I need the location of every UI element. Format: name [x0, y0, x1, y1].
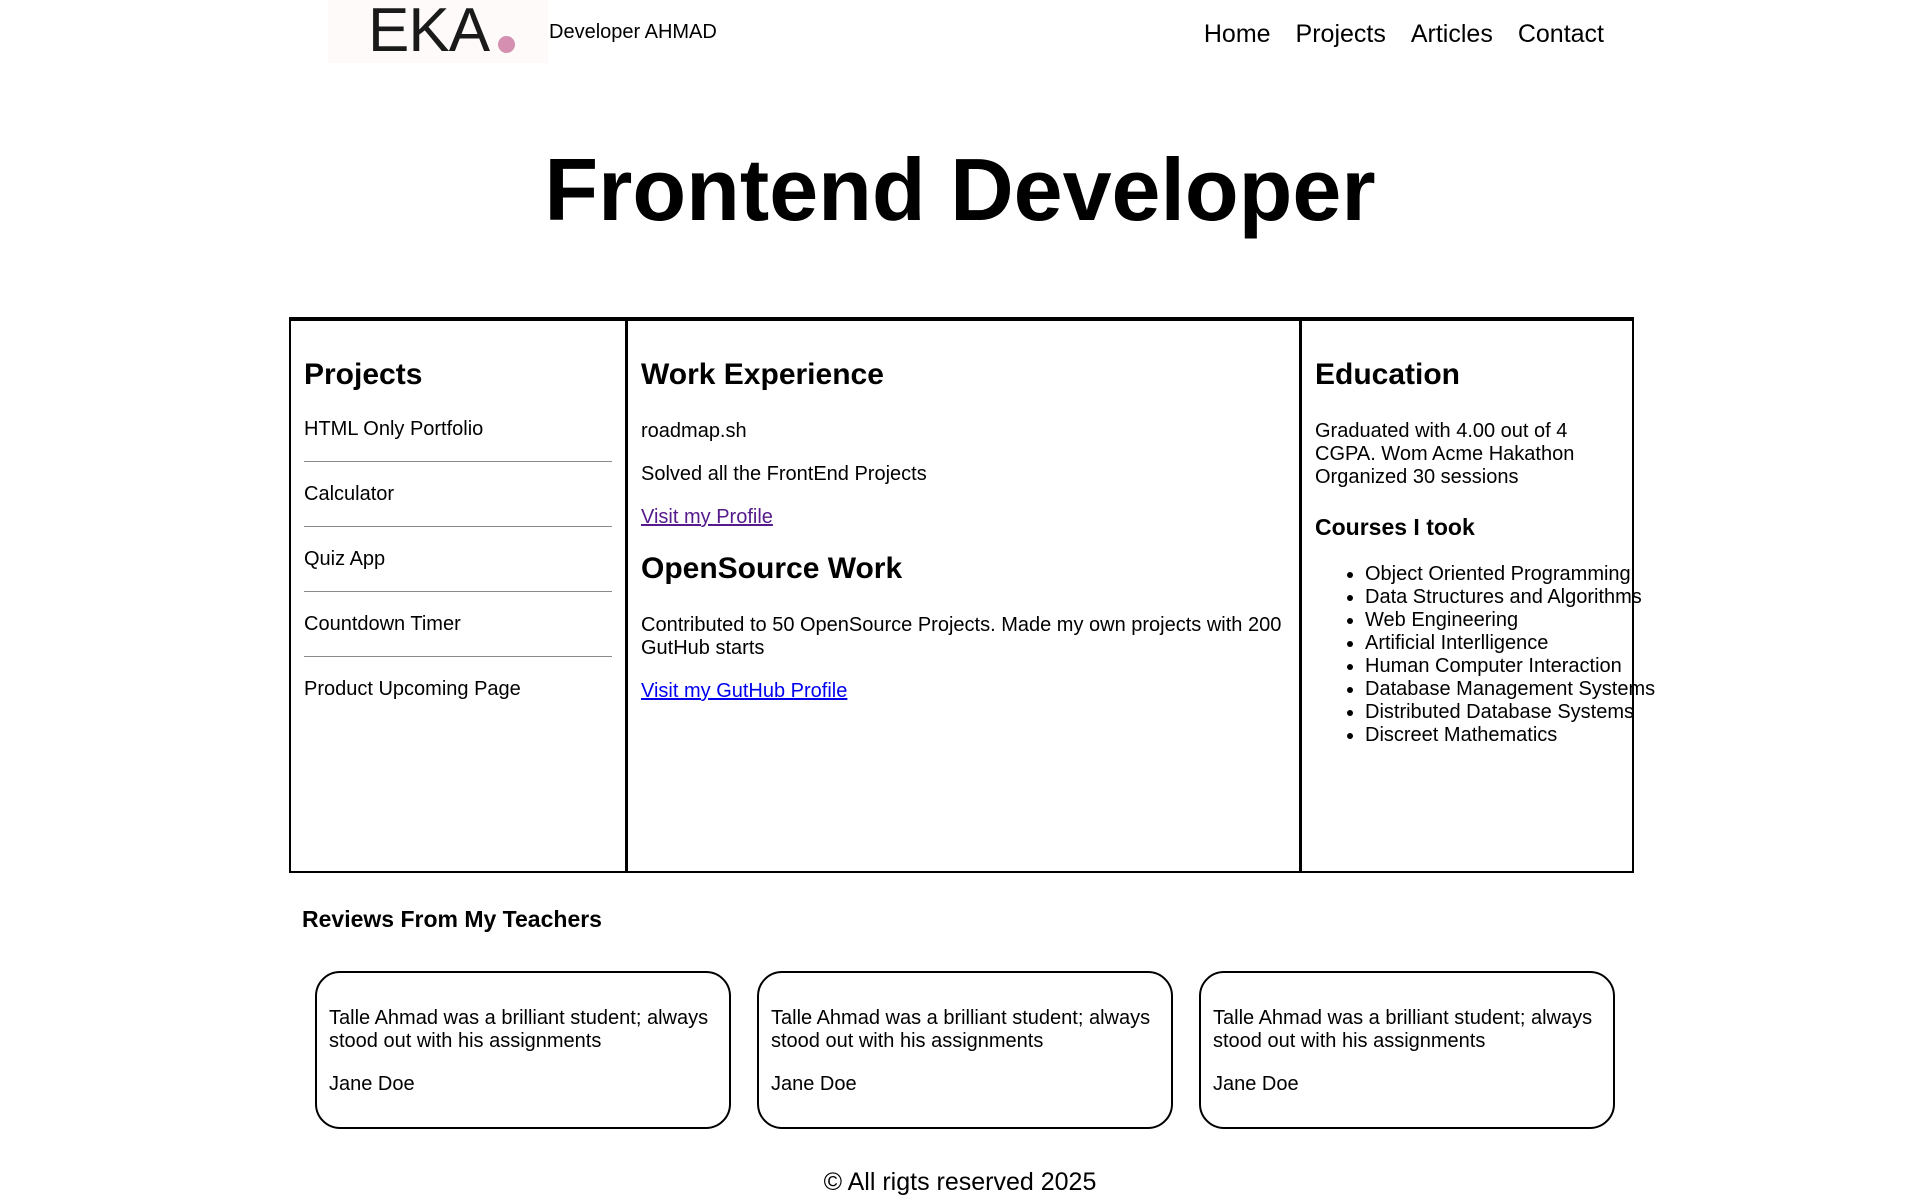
- work-heading: Work Experience: [641, 358, 884, 391]
- project-divider: [304, 656, 612, 657]
- opensource-description: Contributed to 50 OpenSource Projects. M…: [641, 614, 1282, 659]
- course-item: Artificial Interlligence: [1365, 632, 1665, 655]
- project-divider: [304, 526, 612, 527]
- review-text: Talle Ahmad was a brilliant student; alw…: [1213, 1007, 1593, 1052]
- project-item: Calculator: [304, 483, 395, 505]
- info-grid: Projects HTML Only Portfolio Calculator …: [289, 317, 1655, 873]
- review-card: Talle Ahmad was a brilliant student; alw…: [757, 971, 1173, 1129]
- opensource-heading: OpenSource Work: [641, 552, 903, 585]
- projects-column: Projects HTML Only Portfolio Calculator …: [291, 321, 628, 871]
- course-item: Discreet Mathematics: [1365, 724, 1665, 747]
- education-summary: Graduated with 4.00 out of 4 CGPA. Wom A…: [1315, 420, 1575, 488]
- work-description: Solved all the FrontEnd Projects: [641, 463, 927, 485]
- github-profile-link[interactable]: Visit my GutHub Profile: [641, 680, 847, 702]
- nav-articles-link[interactable]: Articles: [1411, 20, 1493, 49]
- review-card: Talle Ahmad was a brilliant student; alw…: [315, 971, 731, 1129]
- courses-list: Object Oriented Programming Data Structu…: [1315, 563, 1665, 747]
- footer-copyright: © All rigts reserved 2025: [823, 1168, 1097, 1196]
- review-card: Talle Ahmad was a brilliant student; alw…: [1199, 971, 1615, 1129]
- project-divider: [304, 461, 612, 462]
- education-heading: Education: [1315, 358, 1461, 391]
- work-column: Work Experience roadmap.sh Solved all th…: [628, 321, 1302, 871]
- work-company: roadmap.sh: [641, 420, 747, 442]
- nav-contact-link[interactable]: Contact: [1518, 20, 1604, 49]
- logo-text: EKA: [368, 0, 490, 65]
- review-author: Jane Doe: [771, 1073, 857, 1095]
- site-name: Developer AHMAD: [549, 21, 717, 43]
- projects-list: HTML Only Portfolio Calculator Quiz App …: [304, 417, 612, 701]
- review-text: Talle Ahmad was a brilliant student; alw…: [329, 1007, 709, 1052]
- logo-dot: [498, 36, 515, 53]
- hero-title: Frontend Developer: [544, 140, 1376, 239]
- nav-projects-link[interactable]: Projects: [1296, 20, 1386, 49]
- project-item: Quiz App: [304, 548, 386, 570]
- project-item: HTML Only Portfolio: [304, 418, 484, 440]
- review-author: Jane Doe: [329, 1073, 415, 1095]
- course-item: Web Engineering: [1365, 609, 1665, 632]
- review-author: Jane Doe: [1213, 1073, 1299, 1095]
- nav-home-link[interactable]: Home: [1204, 20, 1271, 49]
- courses-heading: Courses I took: [1315, 514, 1475, 540]
- course-item: Object Oriented Programming: [1365, 563, 1665, 586]
- project-divider: [304, 591, 612, 592]
- course-item: Human Computer Interaction: [1365, 655, 1665, 678]
- main-nav: Home Projects Articles Contact: [1204, 20, 1604, 49]
- reviews-heading: Reviews From My Teachers: [302, 906, 602, 932]
- project-item: Product Upcoming Page: [304, 678, 521, 700]
- projects-heading: Projects: [304, 358, 423, 391]
- project-item: Countdown Timer: [304, 613, 461, 635]
- education-column: Education Graduated with 4.00 out of 4 C…: [1302, 321, 1655, 871]
- course-item: Database Management Systems: [1365, 678, 1665, 701]
- visit-profile-link[interactable]: Visit my Profile: [641, 506, 773, 528]
- course-item: Data Structures and Algorithms: [1365, 586, 1665, 609]
- review-text: Talle Ahmad was a brilliant student; alw…: [771, 1007, 1151, 1052]
- course-item: Distributed Database Systems: [1365, 701, 1665, 724]
- logo: EKA: [328, 0, 548, 63]
